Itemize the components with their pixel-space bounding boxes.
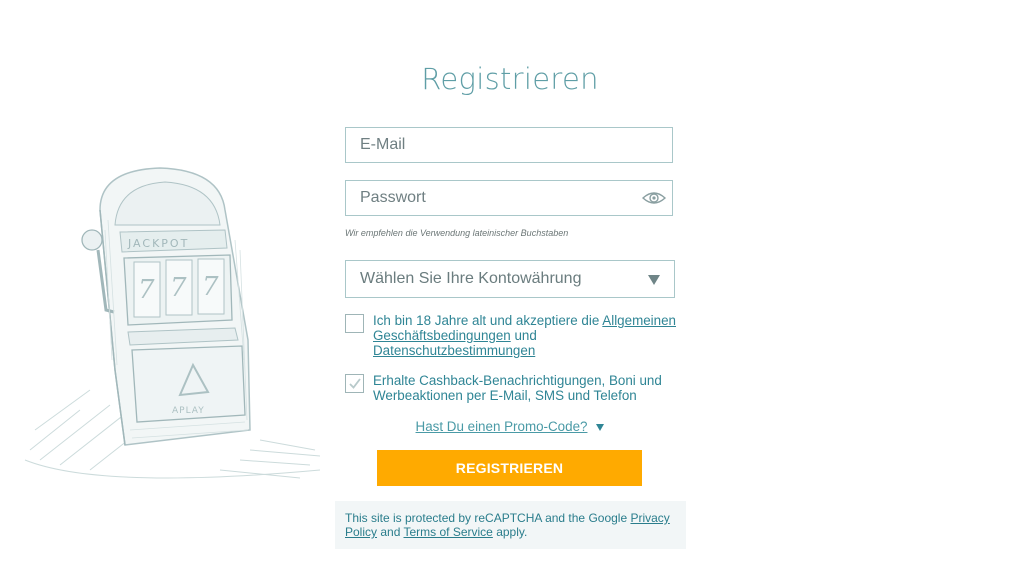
triangle-down-icon <box>648 275 660 285</box>
marketing-checkbox[interactable] <box>345 374 364 393</box>
terms-text-mid: und <box>510 328 537 343</box>
page-title: Registrieren <box>421 62 599 96</box>
register-button[interactable]: REGISTRIEREN <box>377 450 642 486</box>
marketing-label: Erhalte Cashback-Benachrichtigungen, Bon… <box>373 373 662 403</box>
currency-select[interactable]: Wählen Sie Ihre Kontowährung <box>345 260 675 298</box>
recaptcha-text-before: This site is protected by reCAPTCHA and … <box>345 511 631 525</box>
reel-3: 7 <box>202 272 219 302</box>
recaptcha-notice: This site is protected by reCAPTCHA and … <box>335 501 686 549</box>
caret-down-icon <box>596 423 605 431</box>
eye-icon[interactable] <box>642 189 666 207</box>
email-field[interactable] <box>345 127 673 163</box>
recaptcha-text-mid: and <box>377 525 404 539</box>
checkmark-icon <box>349 378 361 389</box>
slot-machine-illustration: JACKPOT 7 7 7 APLAY <box>24 167 321 479</box>
terms-text-before: Ich bin 18 Jahre alt und akzeptiere die <box>373 313 603 328</box>
reel-2: 7 <box>170 273 187 303</box>
promo-code-link[interactable]: Hast Du einen Promo-Code? <box>416 419 588 434</box>
jackpot-text: JACKPOT <box>127 237 189 250</box>
password-field[interactable] <box>345 180 673 216</box>
terms-of-service-link[interactable]: Terms of Service <box>404 525 493 539</box>
recaptcha-text-after: apply. <box>492 525 528 539</box>
password-input[interactable] <box>346 181 672 215</box>
privacy-link[interactable]: Datenschutzbestimmungen <box>373 343 535 358</box>
password-hint: Wir empfehlen die Verwendung lateinische… <box>345 228 569 238</box>
terms-checkbox[interactable] <box>345 314 364 333</box>
email-input[interactable] <box>346 128 672 162</box>
brand-text: APLAY <box>172 406 205 416</box>
promo-code-toggle[interactable]: Hast Du einen Promo-Code? <box>345 419 675 434</box>
currency-select-value: Wählen Sie Ihre Kontowährung <box>360 270 582 287</box>
reel-1: 7 <box>138 275 155 305</box>
terms-label: Ich bin 18 Jahre alt und akzeptiere die … <box>373 313 683 358</box>
